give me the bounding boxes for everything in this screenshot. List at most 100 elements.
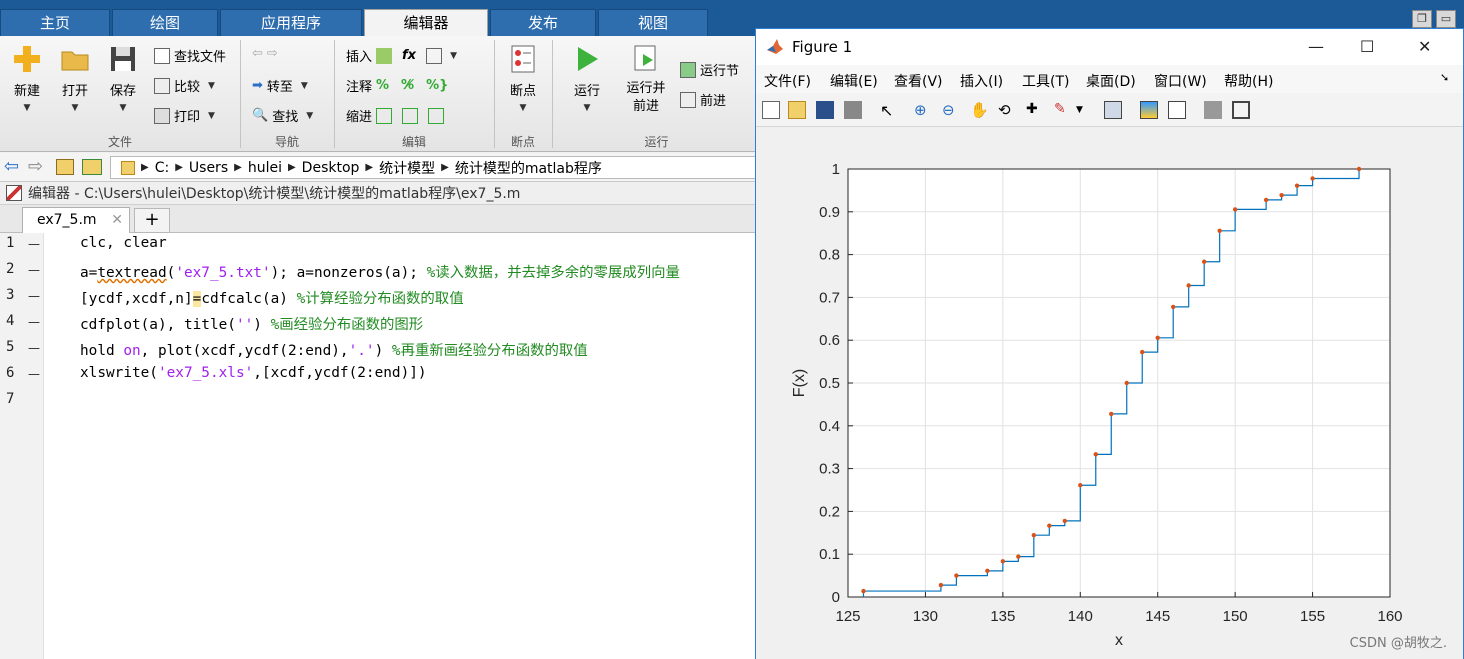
show-plot-tools-icon[interactable] [1232, 101, 1250, 119]
advance-button[interactable]: 前进 [680, 90, 726, 109]
zoom-in-icon[interactable]: ⊕ [914, 101, 932, 119]
crumb[interactable]: Desktop [302, 160, 360, 176]
find-button[interactable]: 🔍 查找 ▼ [252, 106, 313, 125]
ecdf-point [861, 588, 866, 594]
breakpoint-dash[interactable]: — [28, 263, 40, 277]
figure-title: Figure 1 [792, 38, 853, 56]
menu-view[interactable]: 查看(V) [894, 71, 943, 91]
pan-hand-icon[interactable]: ✋ [970, 101, 989, 119]
crumb[interactable]: 统计模型 [379, 158, 435, 178]
goto-button[interactable]: ➡ 转至 ▼ [252, 76, 308, 95]
back-icon[interactable]: ⇦ [4, 156, 19, 177]
increase-indent-icon[interactable] [402, 107, 419, 124]
breakpoint-dash[interactable]: — [28, 237, 40, 251]
tab-view[interactable]: 视图 [598, 9, 708, 36]
code-line[interactable]: a=textread('ex7_5.txt'); a=nonzeros(a); … [80, 261, 680, 282]
dock-arrow-icon[interactable]: ➘ [1440, 71, 1449, 84]
print-figure-icon[interactable] [844, 101, 862, 119]
forward-icon[interactable]: ⇨ [28, 156, 43, 177]
new-figure-icon[interactable] [762, 101, 780, 119]
colorbar-icon[interactable] [1140, 101, 1158, 119]
hide-plot-tools-icon[interactable] [1204, 101, 1222, 119]
menu-edit[interactable]: 编辑(E) [830, 71, 878, 91]
file-tab-ex7_5[interactable]: ex7_5.m ✕ [22, 207, 130, 233]
insert-button[interactable]: 插入 fx ▼ [346, 46, 457, 65]
crumb[interactable]: Users [189, 160, 228, 176]
minimize-icon[interactable]: — [1308, 37, 1324, 56]
smart-indent-icon[interactable] [376, 107, 393, 124]
run-button[interactable]: 运行 ▼ [564, 44, 610, 113]
minimize-icon[interactable]: ▭ [1436, 10, 1456, 28]
link-plot-icon[interactable] [1104, 101, 1122, 119]
code-line[interactable]: hold on, plot(xcdf,ycdf(2:end),'.') %再重新… [80, 339, 588, 360]
zoom-out-icon[interactable]: ⊖ [942, 101, 960, 119]
rotate-icon[interactable]: ⟲ [998, 101, 1016, 119]
close-tab-icon[interactable]: ✕ [111, 208, 123, 232]
up-folder-icon[interactable] [56, 159, 74, 175]
legend-icon[interactable] [1168, 101, 1186, 119]
menu-desktop[interactable]: 桌面(D) [1086, 71, 1136, 91]
comment-button[interactable]: 注释% %̸%} [346, 76, 448, 95]
crumb[interactable]: hulei [248, 160, 282, 176]
find-files-button[interactable]: 查找文件 [154, 46, 226, 65]
brush-icon[interactable]: ✎ [1054, 101, 1072, 119]
ecdf-point [985, 568, 990, 574]
code-line[interactable]: clc, clear [80, 235, 167, 251]
tab-home[interactable]: 主页 [0, 9, 110, 36]
save-figure-icon[interactable] [816, 101, 834, 119]
line-number: 2 [6, 261, 15, 277]
breakpoint-dash[interactable]: — [28, 289, 40, 303]
new-button[interactable]: 新建 ▼ [4, 44, 50, 113]
crumb[interactable]: C: [155, 160, 170, 176]
crumb[interactable]: 统计模型的matlab程序 [455, 158, 602, 178]
brush-dropdown-icon[interactable]: ▼ [1076, 105, 1094, 123]
tab-publish[interactable]: 发布 [490, 9, 596, 36]
save-button[interactable]: 保存 ▼ [100, 44, 146, 113]
open-file-icon[interactable] [788, 101, 806, 119]
menu-file[interactable]: 文件(F) [764, 71, 811, 91]
menu-window[interactable]: 窗口(W) [1154, 71, 1207, 91]
run-section-button[interactable]: 运行节 [680, 60, 739, 79]
breakpoint-dash[interactable]: — [28, 367, 40, 381]
indent-button[interactable]: 缩进 [346, 106, 445, 125]
maximize-icon[interactable]: ☐ [1360, 37, 1374, 56]
menu-help[interactable]: 帮助(H) [1224, 71, 1273, 91]
code-token: , plot(xcdf,ycdf(2:end), [140, 343, 349, 359]
run-label: 运行 [573, 84, 600, 99]
breakpoint-dash[interactable]: — [28, 341, 40, 355]
code-line[interactable]: xlswrite('ex7_5.xls',[xcdf,ycdf(2:end)]) [80, 365, 427, 381]
print-button[interactable]: 打印 ▼ [154, 106, 215, 125]
close-icon[interactable]: ✕ [1418, 37, 1431, 56]
code-token: [ycdf,xcdf,n] [80, 291, 193, 307]
ecdf-chart[interactable]: 125 130 135 140 145 150 155 160 0 0.1 0.2 0.3 0.4 0.5… [756, 127, 1463, 659]
code-line[interactable]: cdfplot(a), title('') %画经验分布函数的图形 [80, 313, 423, 334]
group-label-breakpoints: 断点 [510, 135, 535, 149]
pointer-icon[interactable]: ↖ [880, 101, 898, 120]
forward-arrow-icon: ⇨ [266, 46, 278, 61]
menu-tools[interactable]: 工具(T) [1022, 71, 1069, 91]
current-folder-path[interactable]: ▶ C: ▶ Users ▶ hulei ▶ Desktop ▶ 统计模型 ▶ 统计模型的m… [110, 156, 760, 179]
tab-plots[interactable]: 绘图 [112, 9, 218, 36]
run-advance-button[interactable]: 运行并前进 [620, 44, 672, 116]
menu-insert[interactable]: 插入(I) [960, 71, 1003, 91]
uncomment-icon[interactable]: %̸ [401, 78, 414, 93]
tab-apps[interactable]: 应用程序 [220, 9, 362, 36]
breakpoints-button[interactable]: 断点 ▼ [500, 44, 546, 113]
code-line[interactable]: [ycdf,xcdf,n]=cdfcalc(a) %计算经验分布函数的取值 [80, 287, 464, 308]
open-button[interactable]: 打开 ▼ [52, 44, 98, 113]
wrap-comment-icon[interactable]: %} [426, 78, 448, 93]
function-icon[interactable] [426, 47, 443, 64]
breakpoint-dash[interactable]: — [28, 315, 40, 329]
back-forward-buttons[interactable]: ⇦ ⇨ [252, 46, 278, 61]
restore-icon[interactable]: ❐ [1412, 10, 1432, 28]
compare-button[interactable]: 比较 ▼ [154, 76, 215, 95]
browse-folder-icon[interactable] [82, 159, 102, 175]
fx-icon[interactable]: fx [402, 48, 416, 63]
save-disk-icon [111, 47, 135, 71]
code-editor[interactable]: 1—2—3—4—5—6—7 clc, clear a=textread('ex7_… [0, 233, 760, 659]
decrease-indent-icon[interactable] [428, 107, 445, 124]
tab-editor[interactable]: 编辑器 [364, 9, 488, 36]
data-cursor-icon[interactable]: ✚ [1026, 101, 1044, 119]
ecdf-point [1016, 554, 1021, 559]
new-tab-button[interactable]: + [134, 208, 170, 233]
